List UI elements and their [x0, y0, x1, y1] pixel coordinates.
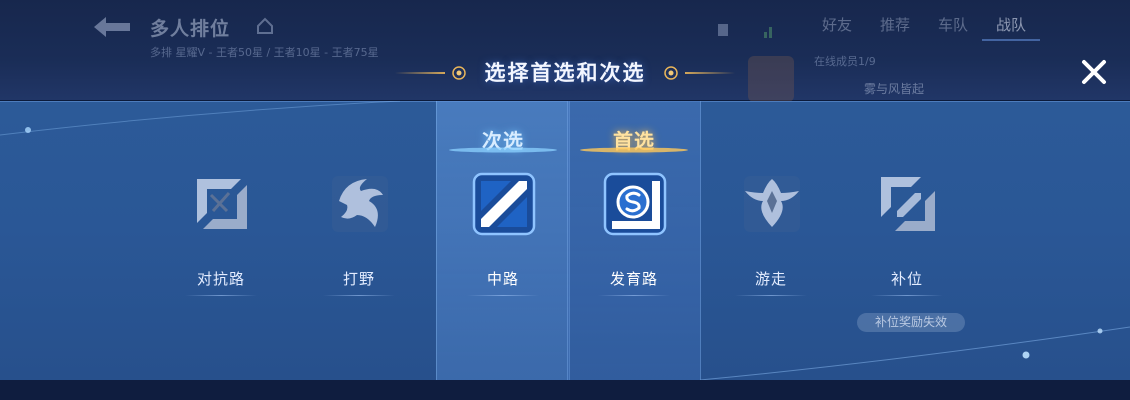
dialog-header: 选择首选和次选 [395, 56, 735, 90]
lane-option-fill[interactable]: 补位 补位奖励失效 [841, 101, 973, 380]
mode-subtitle: 多排 星耀V - 王者50星 / 王者10星 - 王者75星 [150, 46, 379, 59]
lane-divider [185, 295, 257, 296]
back-arrow-icon [94, 17, 130, 37]
roam-icon [744, 176, 800, 232]
lane-option-roam[interactable]: 游走 [705, 101, 837, 380]
online-members-count: 在线成员1/9 [814, 55, 876, 68]
clash-lane-icon [197, 179, 247, 229]
mode-title: 多人排位 [150, 18, 231, 40]
fill-icon [881, 177, 935, 231]
lane-divider [735, 295, 807, 296]
lane-option-farm[interactable]: 首选 发育路 [567, 101, 701, 380]
lane-selection-panel: 对抗路 打野 次选 中路 首选 发育路 游走 补位 补位奖励失效 [0, 101, 1130, 380]
lane-divider [323, 295, 395, 296]
tab-recommend[interactable]: 推荐 [866, 14, 924, 41]
lane-divider [871, 295, 943, 296]
lane-divider [467, 295, 539, 296]
tag-glow [580, 147, 688, 153]
mid-lane-icon [472, 172, 536, 236]
home-icon [257, 17, 273, 34]
lane-label: 发育路 [609, 270, 658, 288]
tag-glow [449, 147, 557, 153]
lane-label: 补位 [890, 270, 923, 288]
jungle-icon [332, 176, 388, 232]
lane-label: 对抗路 [196, 270, 245, 288]
close-icon[interactable] [1078, 56, 1110, 88]
signal-icon [718, 24, 772, 38]
farm-lane-icon [603, 172, 667, 236]
dialog-title: 选择首选和次选 [484, 61, 646, 85]
tab-team[interactable]: 车队 [924, 14, 982, 41]
member-name: 雾与风皆起 [864, 82, 925, 96]
tab-friends[interactable]: 好友 [808, 14, 866, 41]
social-tabs: 好友 推荐 车队 战队 [808, 14, 1040, 41]
lane-option-clash[interactable]: 对抗路 [155, 101, 287, 380]
member-avatar [748, 56, 794, 102]
lane-option-jungle[interactable]: 打野 [293, 101, 425, 380]
lobby-bottom-bar [0, 380, 1130, 400]
lane-label: 游走 [754, 270, 787, 288]
lane-label: 打野 [342, 270, 375, 288]
tab-clan[interactable]: 战队 [982, 14, 1040, 41]
lane-divider [598, 295, 670, 296]
lane-label: 中路 [486, 270, 519, 288]
fill-reward-status-badge: 补位奖励失效 [857, 313, 965, 332]
lane-option-mid[interactable]: 次选 中路 [436, 101, 570, 380]
